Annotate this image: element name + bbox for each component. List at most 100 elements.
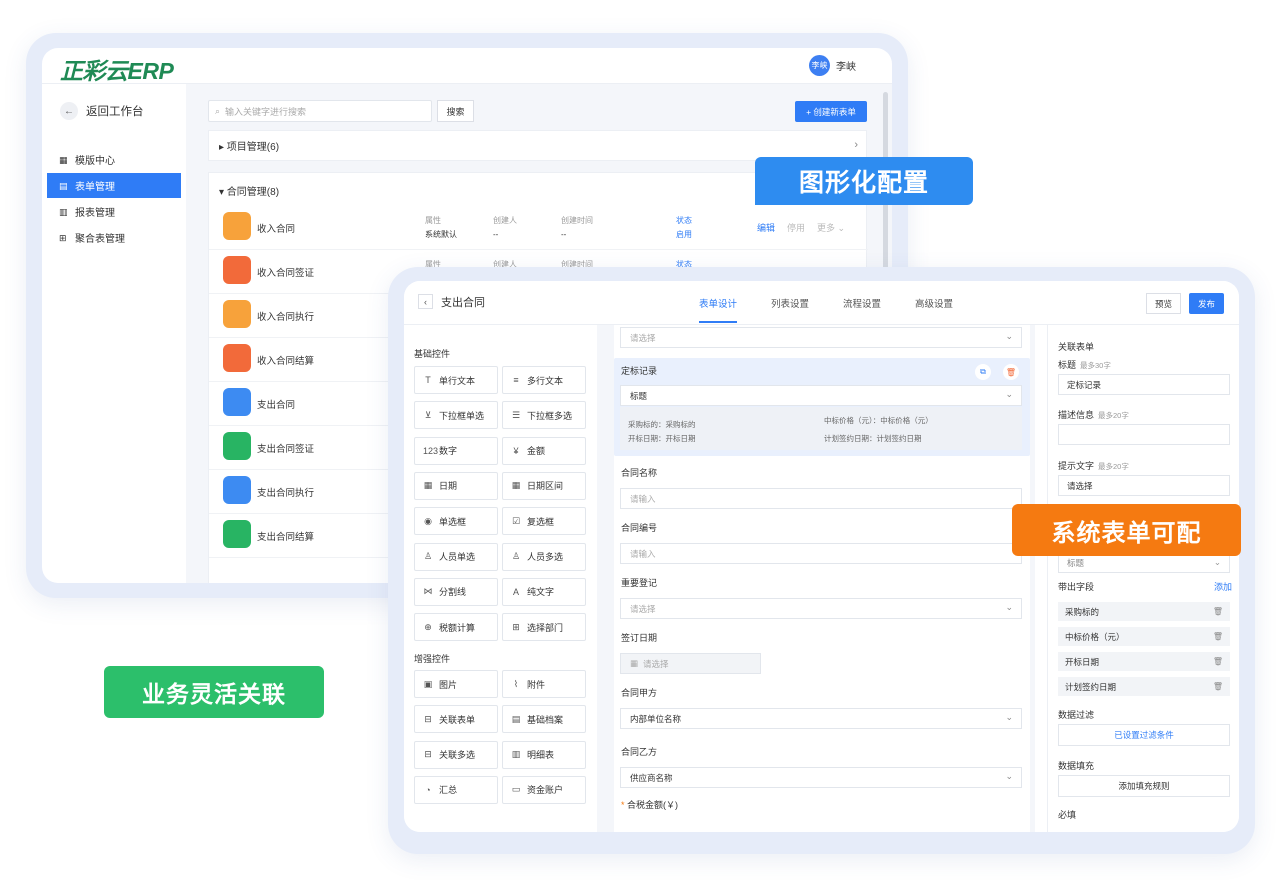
desc-input[interactable]	[1058, 424, 1230, 445]
select-field[interactable]: 内部单位名称 ⌄	[620, 708, 1022, 729]
control-basic-2[interactable]: ⊻ 下拉框单选	[414, 401, 498, 430]
control-icon: ⊕	[424, 621, 432, 632]
user-name: 李峡	[836, 62, 856, 73]
control-adv-0[interactable]: ▣ 图片	[414, 670, 498, 698]
control-icon: ♙	[423, 551, 433, 561]
trash-icon[interactable]: 🗑	[1003, 364, 1019, 380]
control-basic-13[interactable]: A 纯文字	[502, 577, 586, 606]
create-form-button[interactable]: + 创建新表单	[795, 101, 867, 122]
select-value: 请选择	[630, 332, 656, 343]
control-adv-7[interactable]: ▭ 资金账户	[502, 775, 586, 804]
control-basic-14[interactable]: ⊕ 税额计算	[414, 613, 498, 642]
text-input[interactable]: 请输入	[620, 488, 1022, 509]
control-basic-1[interactable]: ≡ 多行文本	[502, 366, 586, 394]
control-label: 资金账户	[527, 785, 564, 796]
bring-field[interactable]: 中标价格（元） 🗑	[1058, 627, 1230, 646]
table-row[interactable]: 收入合同 属性 系统默认 创建人 -- 创建时间 -- 状态 启用 编辑 停用 更多 ⌄	[209, 206, 868, 250]
select-field[interactable]: 供应商名称 ⌄	[620, 767, 1022, 788]
trash-icon[interactable]: 🗑	[1213, 682, 1223, 691]
control-basic-7[interactable]: ▦ 日期区间	[502, 471, 586, 500]
publish-button[interactable]: 发布	[1189, 293, 1224, 314]
label-text: 标题	[1058, 360, 1077, 370]
label-text: 提示文字	[1058, 461, 1095, 471]
control-basic-6[interactable]: ▦ 日期	[414, 471, 498, 500]
control-icon: ♙	[511, 551, 521, 561]
control-label: 关联表单	[439, 714, 476, 725]
avatar[interactable]: 李峡	[809, 55, 830, 76]
field-label: * 合税金额(￥)	[621, 798, 678, 811]
control-adv-4[interactable]: ⊟ 关联多选	[414, 740, 498, 769]
edit-button[interactable]: 编辑	[757, 221, 775, 234]
related-info: 采购标的：采购标的 中标价格（元）：中标价格（元） 开标日期：开标日期 计划签约…	[620, 407, 1022, 450]
sidebar-item-forms[interactable]: ▤ 表单管理	[47, 173, 181, 198]
sidebar-item-templates[interactable]: ▦ 模版中心	[47, 147, 181, 172]
date-field[interactable]: ▦ 请选择	[620, 653, 761, 674]
title-input[interactable]: 定标记录	[1058, 374, 1230, 395]
more-button[interactable]: 更多 ⌄	[817, 221, 845, 234]
copy-icon[interactable]: ⧉	[975, 364, 991, 380]
designer-header: ‹ 支出合同 表单设计 列表设置 流程设置 高级设置 预览 发布	[404, 281, 1239, 325]
label-text: 描述信息	[1058, 410, 1095, 420]
select-field[interactable]: 请选择 ⌄	[620, 598, 1022, 619]
control-basic-4[interactable]: 123 数字	[414, 436, 498, 465]
filter-button[interactable]: 已设置过滤条件	[1058, 724, 1230, 746]
chevron-left-icon[interactable]: ‹	[418, 294, 433, 309]
trash-icon[interactable]: 🗑	[1213, 607, 1223, 616]
field-value: 请选择	[630, 603, 656, 614]
tab-list-settings[interactable]: 列表设置	[771, 281, 809, 325]
preview-button[interactable]: 预览	[1146, 293, 1181, 314]
group-title[interactable]: ▾ 合同管理(8)	[219, 183, 279, 198]
control-adv-3[interactable]: ▤ 基础档案	[502, 705, 586, 734]
search-button[interactable]: 搜索	[437, 100, 474, 122]
control-basic-11[interactable]: ♙ 人员多选	[502, 542, 586, 571]
meta-label: 创建人	[493, 216, 517, 225]
control-basic-8[interactable]: ◉ 单选框	[414, 507, 498, 536]
back-to-workbench[interactable]: ← 返回工作台	[60, 102, 144, 120]
select-field[interactable]: 标题 ⌄	[620, 385, 1022, 406]
control-label: 选择部门	[527, 622, 564, 633]
control-label: 数字	[439, 446, 458, 457]
control-basic-9[interactable]: ☑ 复选框	[502, 507, 586, 536]
field-label: 签订日期	[621, 633, 658, 643]
control-basic-0[interactable]: T 单行文本	[414, 366, 498, 394]
search-input[interactable]: ⌕ 输入关键字进行搜索	[208, 100, 432, 122]
tab-advanced-settings[interactable]: 高级设置	[915, 281, 953, 325]
trash-icon[interactable]: 🗑	[1213, 632, 1223, 641]
control-adv-6[interactable]: ◔ 汇总	[414, 775, 498, 804]
form-type-icon	[223, 256, 251, 284]
control-icon: ◉	[424, 515, 432, 526]
control-basic-3[interactable]: ☰ 下拉框多选	[502, 401, 586, 430]
disable-button[interactable]: 停用	[787, 221, 805, 234]
tab-flow-settings[interactable]: 流程设置	[843, 281, 881, 325]
bring-field[interactable]: 开标日期 🗑	[1058, 652, 1230, 671]
related-form-block[interactable]: 定标记录 ⧉ 🗑 标题 ⌄ 采购标的：采购标的 中标价格（元）：中标价格（元） 开…	[614, 358, 1030, 456]
tab-form-design[interactable]: 表单设计	[699, 281, 738, 325]
user-menu[interactable]: 李峡 李峡	[809, 55, 856, 76]
tip-input[interactable]: 请选择	[1058, 475, 1230, 496]
bring-field[interactable]: 采购标的 🗑	[1058, 602, 1230, 621]
text-input[interactable]: 请输入	[620, 543, 1022, 564]
fill-rule-button[interactable]: 添加填充规则	[1058, 775, 1230, 797]
sidebar-item-aggregate[interactable]: ⊞ 聚合表管理	[47, 225, 181, 250]
control-basic-5[interactable]: ¥ 金额	[502, 436, 586, 465]
bring-field[interactable]: 计划签约日期 🗑	[1058, 677, 1230, 696]
trash-icon[interactable]: 🗑	[1213, 657, 1223, 666]
control-adv-5[interactable]: ▥ 明细表	[502, 740, 586, 769]
callout-graphic-config: 图形化配置	[755, 157, 973, 205]
info-text: 中标价格（元）：中标价格（元）	[824, 416, 933, 425]
control-basic-12[interactable]: ⋈ 分割线	[414, 577, 498, 606]
sidebar-item-reports[interactable]: ▥ 报表管理	[47, 199, 181, 224]
status-value: 启用	[676, 230, 692, 239]
sidebar-item-label: 表单管理	[75, 182, 115, 193]
control-label: 附件	[527, 679, 546, 690]
control-adv-2[interactable]: ⊟ 关联表单	[414, 705, 498, 734]
form-canvas: 请选择 ⌄ 定标记录 ⧉ 🗑 标题 ⌄ 采购标的：采购标的 中标价格（元）：中标价格…	[614, 325, 1030, 832]
control-basic-10[interactable]: ♙ 人员单选	[414, 542, 498, 571]
select-field[interactable]: 请选择 ⌄	[620, 327, 1022, 348]
fill-label: 数据填充	[1058, 761, 1095, 771]
add-field-link[interactable]: 添加	[1214, 580, 1232, 593]
bring-field-label: 计划签约日期	[1065, 681, 1117, 692]
chevron-down-icon: ⌄	[1005, 771, 1013, 781]
control-basic-15[interactable]: ⊞ 选择部门	[502, 613, 586, 642]
control-adv-1[interactable]: ⌇ 附件	[502, 670, 586, 698]
